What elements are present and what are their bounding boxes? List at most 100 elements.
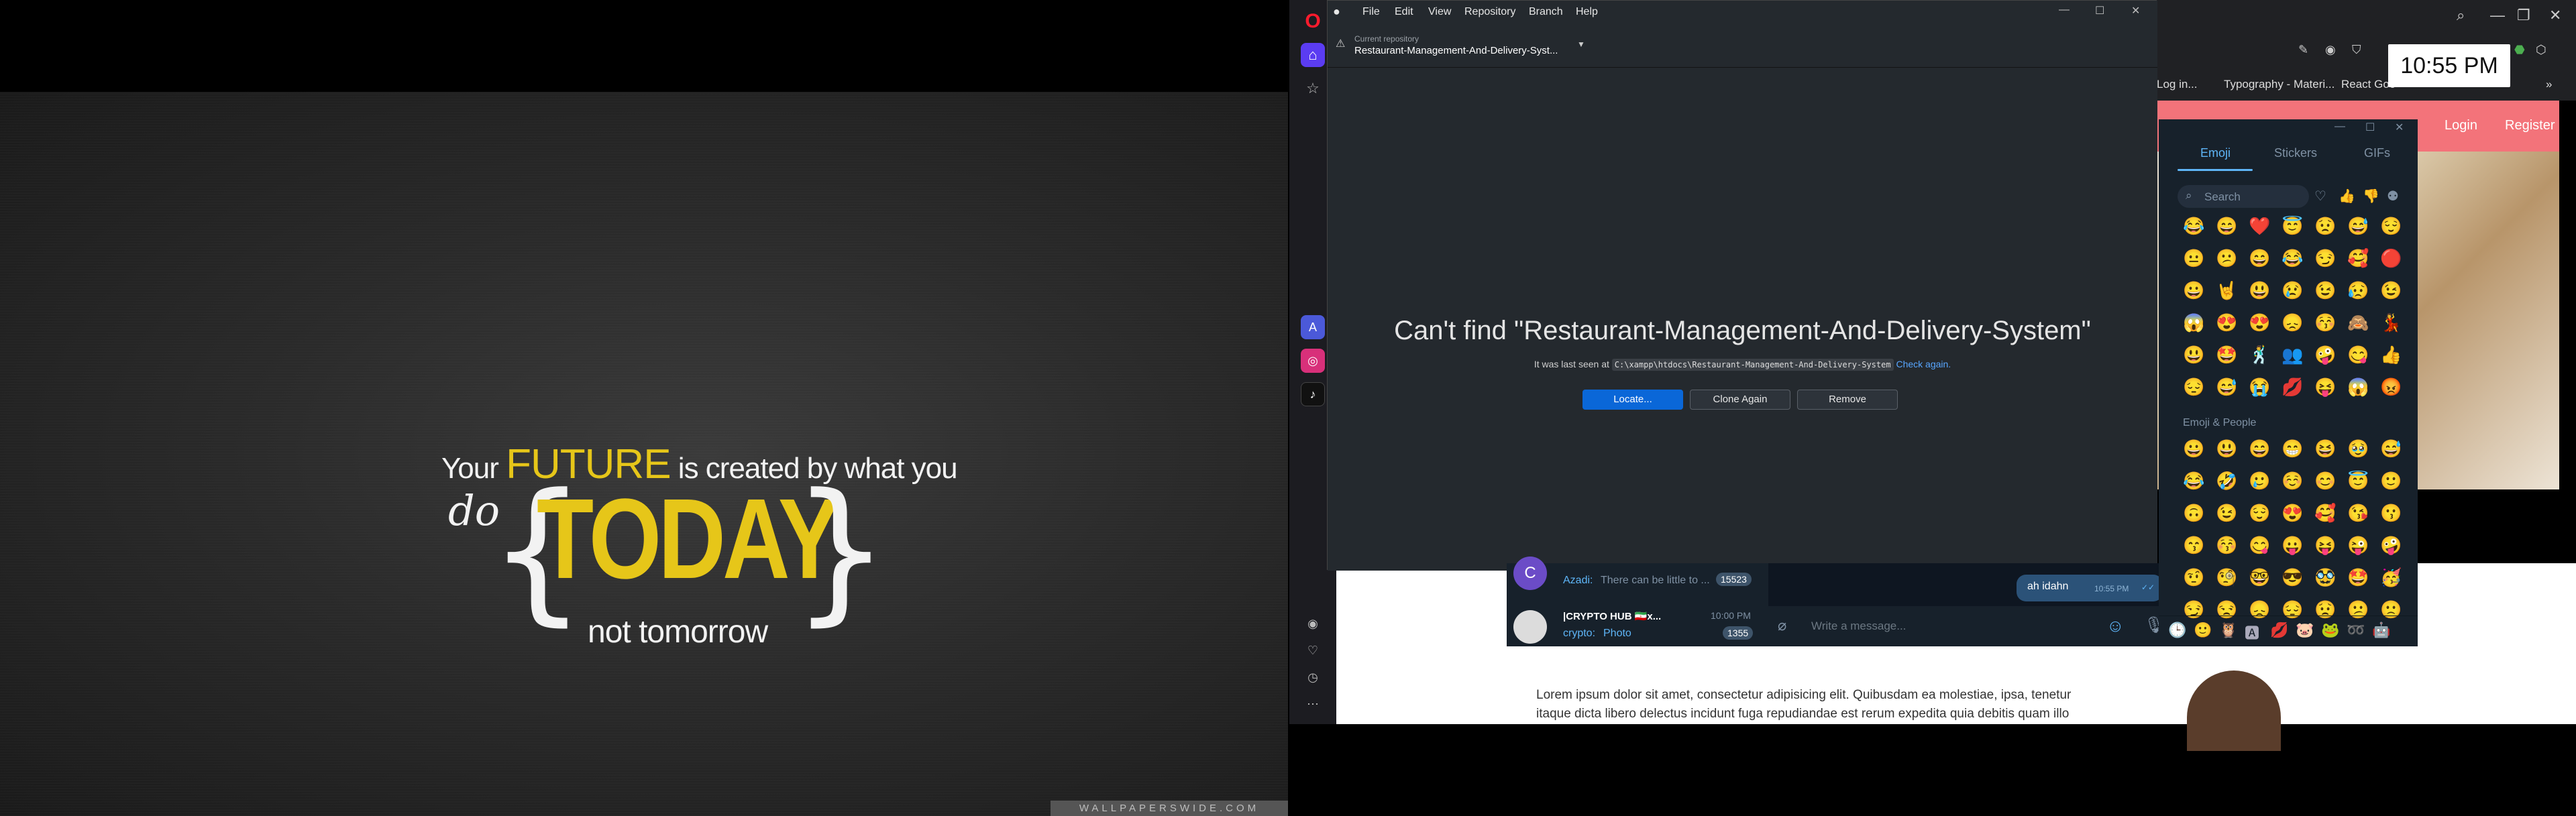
emoji-item[interactable]: 🧐 xyxy=(2210,565,2243,590)
more-icon[interactable]: ⋯ xyxy=(1301,692,1325,716)
tab-emoji[interactable]: Emoji xyxy=(2200,146,2231,160)
emoji-item[interactable]: 💃 xyxy=(2375,310,2408,335)
emoji-item[interactable]: 🤩 xyxy=(2342,565,2375,590)
emoji-item[interactable]: 😄 xyxy=(2210,213,2243,239)
clone-again-button[interactable]: Clone Again xyxy=(1690,390,1790,410)
menu-edit[interactable]: Edit xyxy=(1395,6,1413,18)
emoji-category-icon[interactable]: 🐸 xyxy=(2321,622,2339,639)
emoji-item[interactable]: 😥 xyxy=(2342,278,2375,303)
emoji-item[interactable]: 😉 xyxy=(2210,500,2243,526)
emoji-item[interactable]: 😝 xyxy=(2309,532,2342,558)
close-icon[interactable]: ✕ xyxy=(2549,7,2561,24)
emoji-item[interactable]: 😍 xyxy=(2276,500,2309,526)
thumbs-down-icon[interactable]: 👎 xyxy=(2363,188,2379,205)
emoji-item[interactable]: 😇 xyxy=(2342,468,2375,493)
emoji-item[interactable]: 😍 xyxy=(2243,310,2276,335)
extension-icon[interactable]: ⬣ xyxy=(2514,43,2525,57)
emoji-item[interactable]: 😜 xyxy=(2342,532,2375,558)
emoji-icon[interactable]: ☺ xyxy=(2106,616,2125,636)
emoji-item[interactable]: 😭 xyxy=(2243,374,2276,400)
emoji-item[interactable]: 😂 xyxy=(2276,245,2309,271)
emoji-category-icon[interactable]: 💋 xyxy=(2270,622,2288,639)
emoji-item[interactable]: 😁 xyxy=(2276,436,2309,461)
close-icon[interactable]: ✕ xyxy=(2131,4,2140,17)
emoji-item[interactable]: 😝 xyxy=(2309,374,2342,400)
emoji-category-icon[interactable]: ➿ xyxy=(2347,622,2365,639)
emoji-item[interactable]: 😚 xyxy=(2210,532,2243,558)
emoji-item[interactable]: 😋 xyxy=(2243,532,2276,558)
emoji-category-icon[interactable]: 🕒 xyxy=(2168,622,2186,639)
aria-icon[interactable]: A xyxy=(1301,315,1325,339)
people-icon[interactable]: ⚉ xyxy=(2387,188,2399,205)
menu-help[interactable]: Help xyxy=(1576,6,1598,18)
emoji-item[interactable]: 😢 xyxy=(2276,278,2309,303)
emoji-category-icon[interactable]: 🅰 xyxy=(2245,622,2259,643)
remove-button[interactable]: Remove xyxy=(1797,390,1898,410)
menu-view[interactable]: View xyxy=(1428,6,1451,18)
emoji-item[interactable]: 😏 xyxy=(2309,245,2342,271)
nav-login-link[interactable]: Login xyxy=(2445,118,2477,133)
emoji-item[interactable]: 😄 xyxy=(2243,436,2276,461)
home-icon[interactable]: ⌂ xyxy=(1301,43,1325,67)
emoji-item[interactable]: 😛 xyxy=(2276,532,2309,558)
emoji-item[interactable]: 🤩 xyxy=(2210,342,2243,367)
bookmark-item[interactable]: Typography - Materi... xyxy=(2224,78,2334,91)
emoji-item[interactable]: 🙈 xyxy=(2342,310,2375,335)
emoji-item[interactable]: 😉 xyxy=(2309,278,2342,303)
emoji-item[interactable]: 😂 xyxy=(2178,468,2210,493)
minimize-icon[interactable]: — xyxy=(2059,4,2070,16)
emoji-item[interactable]: 😱 xyxy=(2178,310,2210,335)
emoji-item[interactable]: 😀 xyxy=(2178,436,2210,461)
emoji-item[interactable]: 🔴 xyxy=(2375,245,2408,271)
emoji-item[interactable]: 😊 xyxy=(2309,468,2342,493)
emoji-item[interactable]: 🥲 xyxy=(2243,468,2276,493)
speed-dial-icon[interactable]: ☆ xyxy=(1301,76,1325,101)
emoji-item[interactable]: 😌 xyxy=(2243,500,2276,526)
emoji-item[interactable]: 😀 xyxy=(2178,278,2210,303)
emoji-item[interactable]: 😃 xyxy=(2243,278,2276,303)
message-input[interactable]: Write a message... xyxy=(1811,620,1906,633)
history-icon[interactable]: ◷ xyxy=(1301,665,1325,689)
emoji-item[interactable]: 😇 xyxy=(2276,213,2309,239)
opera-logo-icon[interactable]: O xyxy=(1301,9,1325,34)
emoji-item[interactable]: 😅 xyxy=(2375,436,2408,461)
menu-repository[interactable]: Repository xyxy=(1464,6,1515,18)
bookmark-item[interactable]: Log in... xyxy=(2157,78,2198,91)
emoji-search-input[interactable]: ⌕ Search xyxy=(2178,185,2309,208)
emoji-item[interactable]: 🤪 xyxy=(2375,532,2408,558)
emoji-item[interactable]: 🤓 xyxy=(2243,565,2276,590)
emoji-item[interactable]: 😕 xyxy=(2210,245,2243,271)
emoji-item[interactable]: 😃 xyxy=(2178,342,2210,367)
tab-gifs[interactable]: GIFs xyxy=(2364,146,2390,160)
emoji-item[interactable]: 🥳 xyxy=(2375,565,2408,590)
chat-list-item[interactable]: C Azadi: There can be little to ... 1552… xyxy=(1507,557,1768,605)
emoji-item[interactable]: 😐 xyxy=(2178,245,2210,271)
emoji-item[interactable]: 👥 xyxy=(2276,342,2309,367)
emoji-item[interactable]: 😚 xyxy=(2309,310,2342,335)
cube-icon[interactable]: ⬡ xyxy=(2536,43,2546,57)
emoji-item[interactable]: 🙂 xyxy=(2375,468,2408,493)
emoji-category-icon[interactable]: 🐷 xyxy=(2296,622,2314,639)
emoji-item[interactable]: 🥸 xyxy=(2309,565,2342,590)
restore-icon[interactable]: ❐ xyxy=(2517,7,2530,24)
emoji-item[interactable]: 😗 xyxy=(2375,500,2408,526)
search-icon[interactable]: ⌕ xyxy=(2457,7,2465,24)
emoji-item[interactable]: 🥰 xyxy=(2342,245,2375,271)
emoji-item[interactable]: 🤣 xyxy=(2210,468,2243,493)
attach-icon[interactable]: ⌀ xyxy=(1778,617,1786,634)
shield-icon[interactable]: ⛉ xyxy=(2352,43,2361,57)
emoji-item[interactable]: 💋 xyxy=(2276,374,2309,400)
emoji-item[interactable]: 😟 xyxy=(2309,213,2342,239)
emoji-item[interactable]: 😙 xyxy=(2178,532,2210,558)
thumbs-up-icon[interactable]: 👍 xyxy=(2339,188,2355,205)
emoji-item[interactable]: 😆 xyxy=(2309,436,2342,461)
emoji-item[interactable]: 🤘 xyxy=(2210,278,2243,303)
heart-icon[interactable]: ♡ xyxy=(1301,638,1325,662)
emoji-item[interactable]: 🤪 xyxy=(2309,342,2342,367)
emoji-item[interactable]: 😃 xyxy=(2210,436,2243,461)
locate-button[interactable]: Locate... xyxy=(1582,390,1683,410)
menu-file[interactable]: File xyxy=(1362,6,1380,18)
emoji-item[interactable]: 😅 xyxy=(2342,213,2375,239)
emoji-item[interactable]: 😞 xyxy=(2276,310,2309,335)
emoji-item[interactable]: 😋 xyxy=(2342,342,2375,367)
